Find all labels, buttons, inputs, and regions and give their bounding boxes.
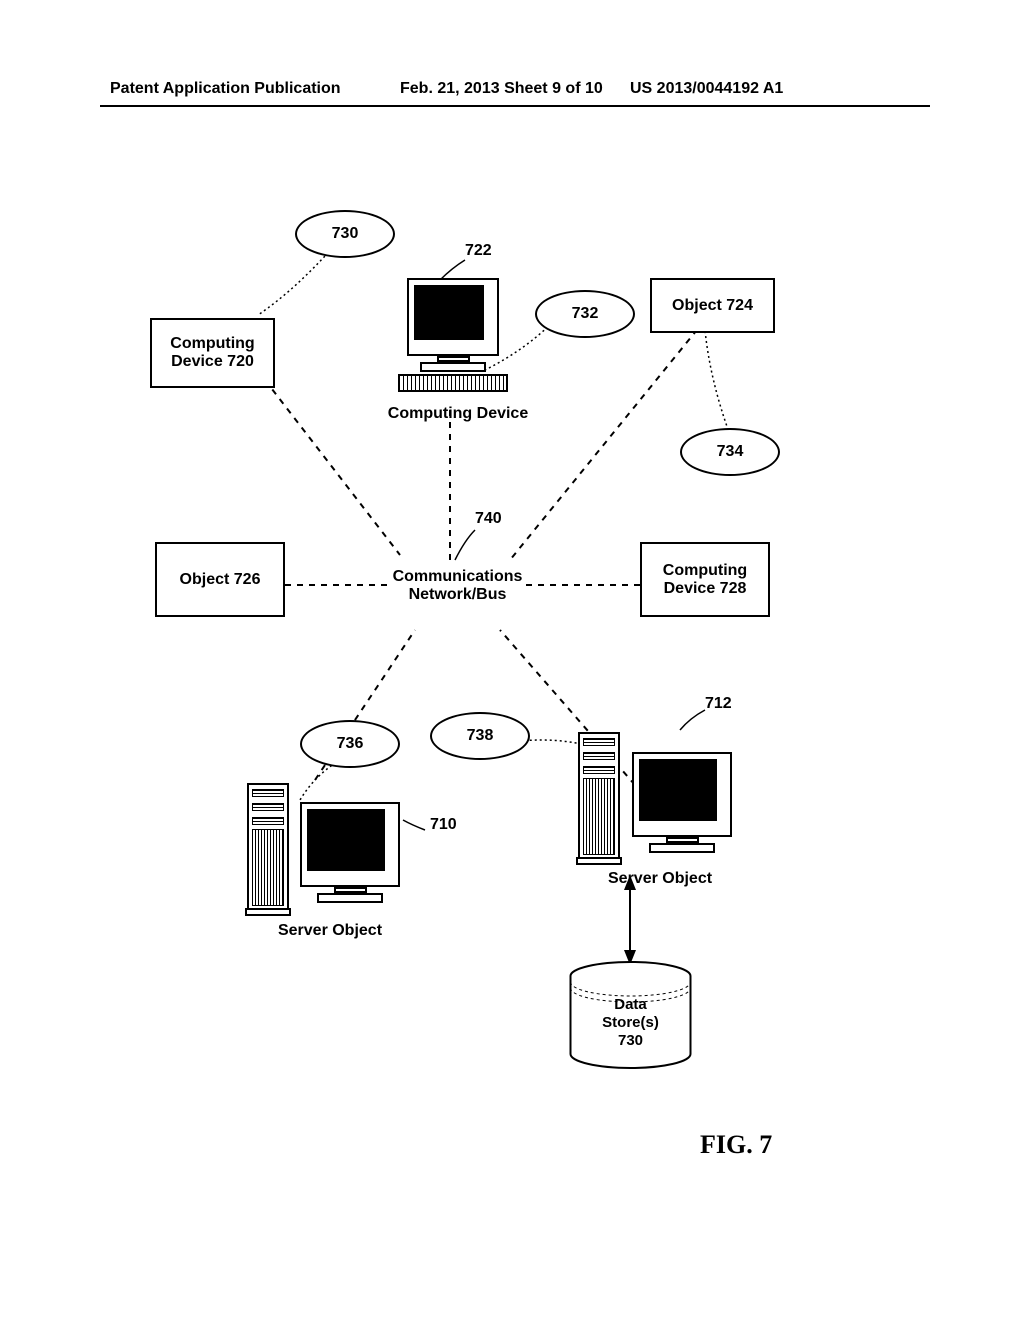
ref-712: 712 xyxy=(705,695,732,713)
network-diagram: 730 722 Computing Device 720 Computing D… xyxy=(140,190,900,1090)
object-724-box: Object 724 xyxy=(650,278,775,333)
ref-736-label: 736 xyxy=(337,735,364,753)
header-date-sheet: Feb. 21, 2013 Sheet 9 of 10 xyxy=(400,80,603,98)
data-store-label: Data Store(s) 730 xyxy=(568,996,693,1050)
ref-ellipse-732: 732 xyxy=(535,290,635,338)
header-publication: Patent Application Publication xyxy=(110,80,341,98)
computing-device-720-box: Computing Device 720 xyxy=(150,318,275,388)
ref-722: 722 xyxy=(465,242,492,260)
ref-710: 710 xyxy=(430,816,457,834)
object-726-box: Object 726 xyxy=(155,542,285,617)
computing-device-label: Computing Device xyxy=(378,405,538,423)
header-rule xyxy=(100,105,930,107)
comm-network-label: Communications Network/Bus xyxy=(375,568,540,604)
ref-ellipse-736: 736 xyxy=(300,720,400,768)
server-object-right-label: Server Object xyxy=(608,870,758,888)
patent-page: Patent Application Publication Feb. 21, … xyxy=(0,0,1024,1320)
computing-device-722-icon xyxy=(398,278,508,392)
server-710-tower-icon xyxy=(247,783,289,911)
data-store-cylinder: Data Store(s) 730 xyxy=(568,960,693,1070)
computing-device-720-label: Computing Device 720 xyxy=(152,335,273,371)
server-712-monitor-icon xyxy=(627,752,737,853)
comm-network-line1: Communications xyxy=(375,568,540,586)
figure-caption: FIG. 7 xyxy=(700,1130,772,1160)
ref-740: 740 xyxy=(475,510,502,528)
data-store-line1: Data xyxy=(568,996,693,1014)
ref-738-label: 738 xyxy=(467,727,494,745)
ref-ellipse-738: 738 xyxy=(430,712,530,760)
comm-network-line2: Network/Bus xyxy=(375,586,540,604)
server-710-monitor-icon xyxy=(295,802,405,903)
object-726-label: Object 726 xyxy=(180,571,261,589)
ref-734-label: 734 xyxy=(717,443,744,461)
ref-ellipse-730: 730 xyxy=(295,210,395,258)
object-724-label: Object 724 xyxy=(672,297,753,315)
ref-ellipse-734: 734 xyxy=(680,428,780,476)
server-object-left-label: Server Object xyxy=(255,922,405,940)
computing-device-728-box: Computing Device 728 xyxy=(640,542,770,617)
ref-730-label: 730 xyxy=(332,225,359,243)
header-pub-number: US 2013/0044192 A1 xyxy=(630,80,783,98)
ref-732-label: 732 xyxy=(572,305,599,323)
computing-device-728-label: Computing Device 728 xyxy=(642,562,768,598)
data-store-line3: 730 xyxy=(568,1032,693,1050)
data-store-line2: Store(s) xyxy=(568,1014,693,1032)
server-712-tower-icon xyxy=(578,732,620,860)
